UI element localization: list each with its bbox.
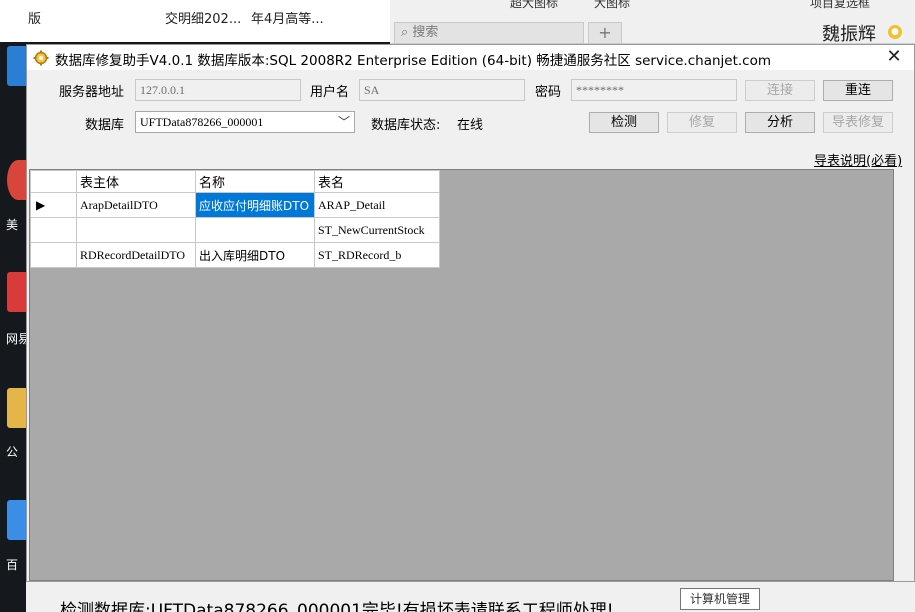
server-address-label: 服务器地址 (59, 85, 125, 100)
result-grid[interactable]: 表主体 名称 表名 ▶ ArapDetailDTO 应收应付明细账DTO ARA… (29, 169, 894, 581)
database-status-label: 数据库状态: (371, 118, 441, 133)
user-badge-icon: ● (888, 25, 902, 39)
cell-name[interactable] (195, 217, 315, 243)
password-label: 密码 (535, 85, 562, 100)
user-name: 魏振辉 (822, 24, 876, 45)
row-header-corner (30, 170, 77, 193)
password-field[interactable]: ******** (571, 79, 737, 101)
database-label: 数据库 (85, 118, 125, 133)
server-address-field[interactable]: 127.0.0.1 (135, 79, 301, 101)
repair-assistant-window: 数据库修复助手V4.0.1 数据库版本:SQL 2008R2 Enterpris… (26, 44, 915, 582)
background-text: 版 (28, 12, 42, 27)
big-icons-option[interactable]: 大图标 (594, 0, 630, 11)
app-gear-icon (33, 50, 49, 66)
table-row[interactable]: ▶ ArapDetailDTO 应收应付明细账DTO ARAP_Detail (30, 192, 440, 218)
cell-entity[interactable] (76, 217, 196, 243)
window-title: 数据库修复助手V4.0.1 数据库版本:SQL 2008R2 Enterpris… (55, 53, 771, 69)
table-row[interactable]: RDRecordDetailDTO 出入库明细DTO ST_RDRecord_b (30, 242, 440, 268)
database-status-value: 在线 (457, 118, 484, 133)
column-header-entity[interactable]: 表主体 (76, 170, 196, 193)
export-repair-button[interactable]: 导表修复 (823, 112, 893, 133)
close-icon[interactable]: ✕ (882, 46, 906, 68)
column-header-table[interactable]: 表名 (314, 170, 440, 193)
connect-button[interactable]: 连接 (745, 80, 815, 101)
status-message: 检测数据库:UFTData878266_000001完毕!有损坏表请联系工程师处… (58, 596, 616, 612)
database-select[interactable]: UFTData878266_000001 ﹀ (135, 111, 355, 133)
cell-table[interactable]: ST_NewCurrentStock (314, 217, 440, 243)
tooltip: 计算机管理 (680, 588, 760, 610)
explorer-search-input[interactable]: ⌕ 搜索 (394, 22, 584, 44)
repair-button[interactable]: 修复 (667, 112, 737, 133)
cell-name[interactable]: 应收应付明细账DTO (195, 192, 315, 218)
reconnect-button[interactable]: 重连 (823, 80, 893, 101)
current-row-icon[interactable]: ▶ (30, 192, 77, 218)
detect-button[interactable]: 检测 (589, 112, 659, 133)
desktop-icon-label: 公 (6, 445, 19, 459)
add-icon[interactable]: + (588, 22, 622, 44)
desktop-icon-label: 百 (6, 558, 19, 572)
row-header[interactable] (30, 217, 77, 243)
column-header-name[interactable]: 名称 (195, 170, 315, 193)
table-row[interactable]: ST_NewCurrentStock (30, 217, 440, 243)
title-bar[interactable]: 数据库修复助手V4.0.1 数据库版本:SQL 2008R2 Enterpris… (27, 45, 914, 70)
large-icons-option[interactable]: 超大图标 (510, 0, 558, 11)
chevron-down-icon: ﹀ (337, 115, 350, 129)
username-label: 用户名 (310, 85, 350, 100)
cell-entity[interactable]: RDRecordDetailDTO (76, 242, 196, 268)
background-text: 交明细202... (165, 12, 242, 27)
table-header-row: 表主体 名称 表名 (30, 170, 440, 193)
project-checkbox-option[interactable]: 项目复选框 (810, 0, 870, 11)
explorer-toolbar: 超大图标 大图标 项目复选框 ⌕ 搜索 + 魏振辉 ● (390, 0, 915, 45)
search-placeholder: 搜索 (412, 25, 439, 40)
background-window-strip: 版 交明细202... 年4月高等... (0, 0, 400, 42)
background-text: 年4月高等... (251, 12, 324, 27)
cell-table[interactable]: ST_RDRecord_b (314, 242, 440, 268)
analyze-button[interactable]: 分析 (745, 112, 815, 133)
database-select-value: UFTData878266_000001 (140, 115, 264, 129)
cell-entity[interactable]: ArapDetailDTO (76, 192, 196, 218)
cell-table[interactable]: ARAP_Detail (314, 192, 440, 218)
cell-name[interactable]: 出入库明细DTO (195, 242, 315, 268)
username-field[interactable]: SA (359, 79, 525, 101)
export-note-link[interactable]: 导表说明(必看) (814, 150, 902, 169)
result-table: 表主体 名称 表名 ▶ ArapDetailDTO 应收应付明细账DTO ARA… (30, 170, 440, 268)
desktop-icon-label: 美 (6, 218, 19, 232)
row-header[interactable] (30, 242, 77, 268)
